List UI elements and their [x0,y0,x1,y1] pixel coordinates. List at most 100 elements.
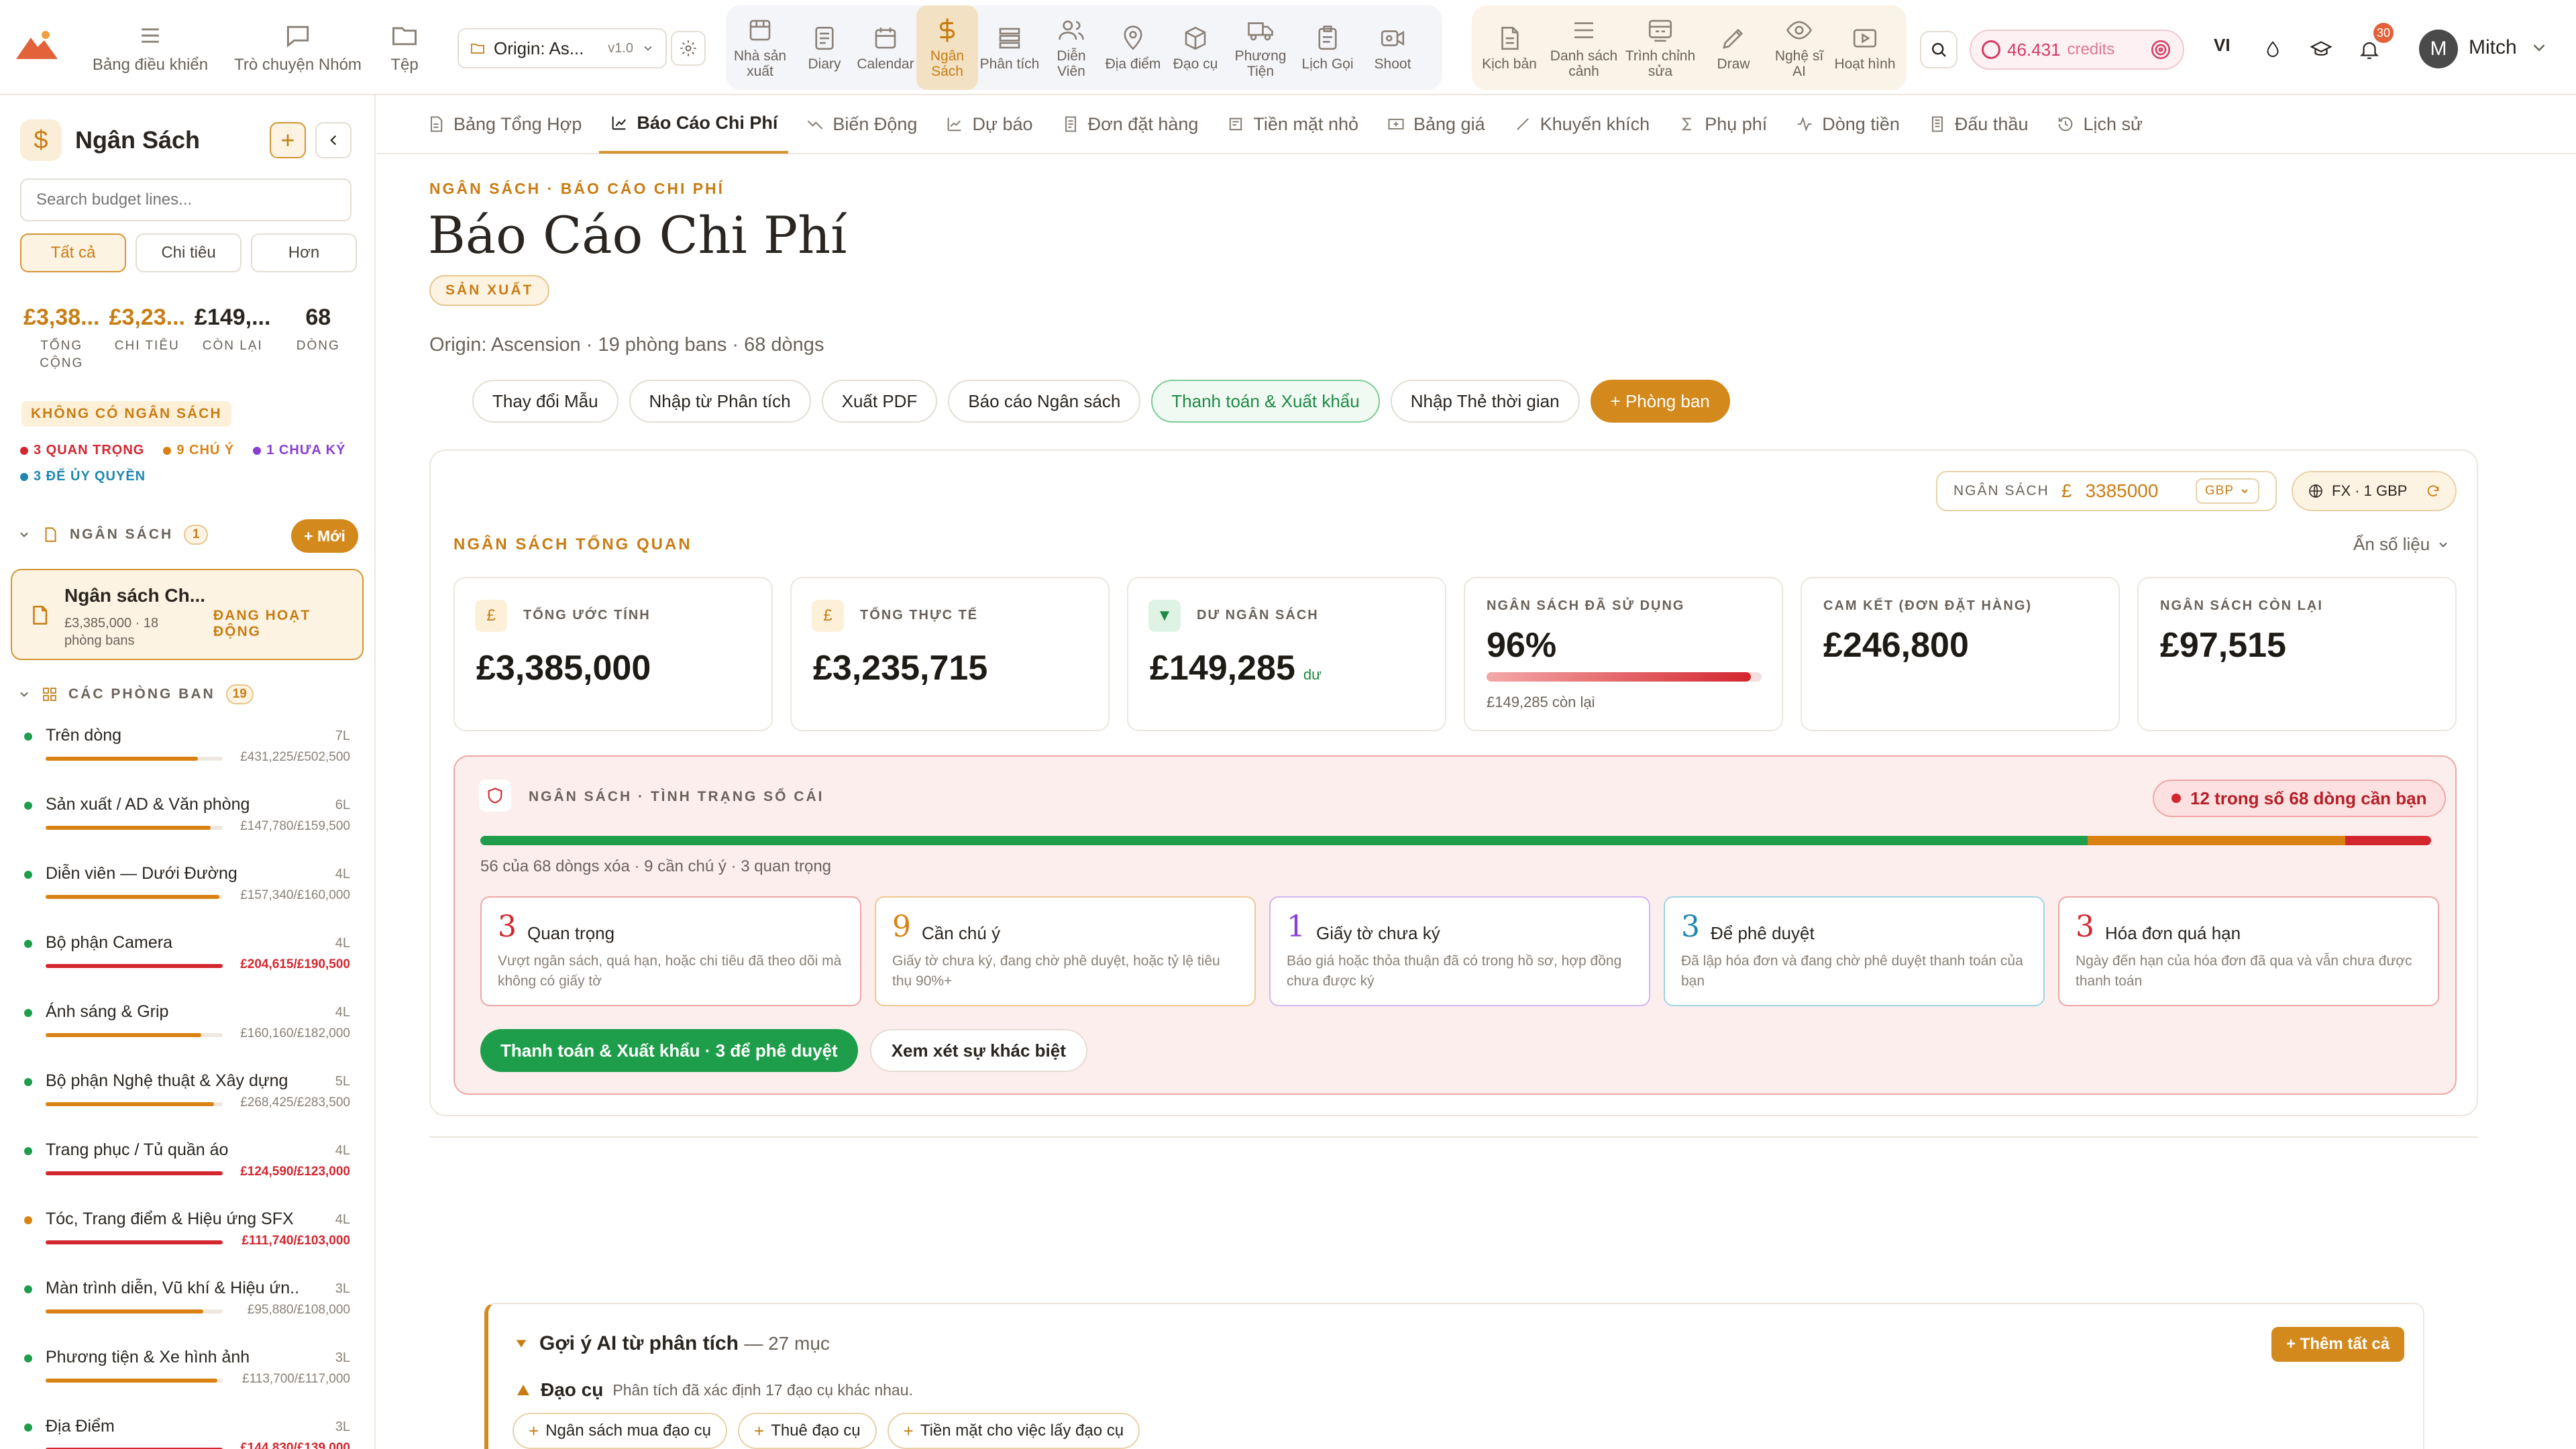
nav-vehicles[interactable]: Phương Tiện [1226,5,1295,90]
action-button[interactable]: + Phòng ban [1590,380,1730,423]
nav-scene-list[interactable]: Danh sách cảnh [1547,5,1621,90]
issue-badge[interactable]: 3 ĐỂ ỦY QUYỀN [20,469,146,484]
nav-animation[interactable]: Hoạt hình [1831,5,1898,90]
tab-history[interactable]: Lịch sử [2045,95,2153,154]
department-row[interactable]: Trang phục / Tủ quần áo 4L £124,590/£123,0… [20,1140,356,1201]
ledger-status-card[interactable]: 3 Hóa đơn quá hạn Ngày đến hạn của hóa đơn… [2058,896,2439,1006]
global-search-button[interactable] [1920,31,1957,68]
nav-location[interactable]: Địa điểm [1102,5,1165,90]
tab-price[interactable]: Bảng giá [1376,95,1496,154]
nav-cast[interactable]: Diễn Viên [1041,5,1102,90]
nav-calendar[interactable]: Calendar [855,5,916,90]
ledger-status-card[interactable]: 3 Để phê duyệt Đã lập hóa đơn và đang chờ … [1664,896,2045,1006]
department-row[interactable]: Màn trình diễn, Vũ khí & Hiệu ứn... 3L £95… [20,1279,356,1339]
ai-suggestion-chip[interactable]: + Thuê đạo cụ [738,1413,877,1449]
status-dot-icon [24,1285,32,1293]
tab-doc[interactable]: Bảng Tổng Hợp [416,95,592,154]
action-button[interactable]: Xuất PDF [821,380,938,423]
fx-rate-button[interactable]: FX · 1 GBP [2292,471,2457,511]
new-budget-button[interactable]: + Mới [291,519,358,553]
nav-script[interactable]: Kịch bản [1472,5,1547,90]
ai-suggestion-chip[interactable]: + Ngân sách mua đạo cụ [513,1413,728,1449]
tab-tender[interactable]: Đấu thầu [1917,95,2039,154]
add-budget-button[interactable]: + [270,122,306,158]
nav-callsheet[interactable]: Lịch Gọi [1295,5,1360,90]
origin-settings-button[interactable] [671,31,706,66]
nav-editor[interactable]: Trình chỉnh sửa [1621,5,1700,90]
tab-sigma[interactable]: Phụ phí [1667,95,1778,154]
tab-trend[interactable]: Biến Động [795,95,928,154]
nav-shoot[interactable]: Shoot [1360,5,1425,90]
department-line-count: 3L [335,1419,350,1434]
tab-order[interactable]: Đơn đặt hàng [1051,95,1210,154]
department-row[interactable]: Phương tiện & Xe hình ảnh 3L £113,700/£117… [20,1348,356,1408]
ai-section-props[interactable]: Đạo cụ Phân tích đã xác định 17 đạo cụ k… [515,1379,913,1401]
nav-team-chat[interactable]: Trò chuyện Nhóm [231,0,365,95]
credits-amount: 46.431 [2007,39,2061,60]
issue-badge[interactable]: 1 CHƯA KÝ [253,443,345,458]
ledger-status-card[interactable]: 3 Quan trọng Vượt ngân sách, quá hạn, hoặc… [480,896,861,1006]
nav-props[interactable]: Đạo cụ [1165,5,1226,90]
ledger-status-card[interactable]: 1 Giấy tờ chưa ký Báo giá hoặc thỏa thuận … [1269,896,1650,1006]
ai-suggestion-chip[interactable]: + Tiền mặt cho việc lấy đạo cụ [887,1413,1140,1449]
nav-dashboard[interactable]: Bảng điều khiển [90,0,211,95]
nav-ai-artist[interactable]: Nghệ sĩ AI [1767,5,1831,90]
review-variance-button[interactable]: Xem xét sự khác biệt [869,1029,1087,1072]
department-row[interactable]: Tóc, Trang điểm & Hiệu ứng SFX 4L £111,740… [20,1210,356,1270]
department-row[interactable]: Bộ phận Camera 4L £204,615/£190,500 [20,933,356,994]
tab-forecast[interactable]: Dự báo [934,95,1043,154]
origin-selector[interactable]: Origin: As... v1.0 [458,28,667,68]
language-toggle[interactable]: VI [2214,35,2231,56]
action-button[interactable]: Thanh toán & Xuất khẩu [1151,380,1380,423]
department-row[interactable]: Diễn viên — Dưới Đường 4L £157,340/£160,00… [20,864,356,924]
action-button[interactable]: Thay đổi Mẫu [472,380,619,423]
issue-badge[interactable]: 3 QUAN TRỌNG [20,443,144,458]
issue-badge-label: 3 QUAN TRỌNG [34,443,145,458]
user-avatar[interactable]: M [2419,30,2458,68]
lines-need-attention-badge[interactable]: 12 trong số 68 dòng cần bạn [2153,780,2446,817]
currency-select[interactable]: GBP [2195,478,2259,504]
collapse-sidebar-button[interactable] [315,122,352,158]
department-row[interactable]: Địa Điểm 3L £144,830/£139,000 [20,1417,356,1449]
chevron-down-icon[interactable] [2529,38,2549,58]
triangle-down-icon[interactable] [514,1336,529,1351]
action-button[interactable]: Nhập từ Phân tích [629,380,811,423]
department-row[interactable]: Ánh sáng & Grip 4L £160,160/£182,000 [20,1002,356,1063]
department-row[interactable]: Bộ phận Nghệ thuật & Xây dựng 5L £268,425/… [20,1071,356,1132]
tab-pulse[interactable]: Dòng tiền [1784,95,1911,154]
nav-budget[interactable]: Ngân Sách [916,5,978,90]
action-button[interactable]: Nhập Thẻ thời gian [1390,380,1580,423]
nav-files[interactable]: Tệp [381,0,428,95]
issue-badge[interactable]: 9 CHÚ Ý [163,443,234,458]
budgets-section-label: NGÂN SÁCH [70,527,174,542]
filter-all[interactable]: Tất cả [20,233,126,272]
nav-draw[interactable]: Draw [1700,5,1767,90]
user-name[interactable]: Mitch [2469,36,2517,59]
credits-pill[interactable]: 46.431 credits [1970,30,2184,70]
tab-chart[interactable]: Báo Cáo Chi Phí [599,95,789,154]
nav-producer[interactable]: Nhà sản xuất [726,5,794,90]
department-row[interactable]: Trên dòng 7L £431,225/£502,500 [20,726,356,786]
active-budget-card[interactable]: Ngân sách Ch... £3,385,000 · 18 phòng ba… [11,569,364,660]
learn-button[interactable] [2302,31,2340,68]
app-logo-icon[interactable] [15,28,59,62]
filter-spend[interactable]: Chi tiêu [136,233,241,272]
tab-percent[interactable]: Khuyến khích [1503,95,1661,154]
tab-cash[interactable]: Tiền mặt nhỏ [1216,95,1369,154]
add-all-suggestions-button[interactable]: + Thêm tất cả [2271,1327,2405,1362]
budget-search-input[interactable] [20,178,352,221]
nav-diary[interactable]: Diary [794,5,855,90]
budget-amount-value[interactable]: 3385000 [2085,480,2158,502]
budget-amount-field[interactable]: NGÂN SÁCH £ 3385000 GBP [1936,471,2277,511]
pay-export-approve-button[interactable]: Thanh toán & Xuất khẩu · 3 để phê duyệt [480,1029,858,1072]
departments-section-header[interactable]: CÁC PHÒNG BAN 19 [17,684,254,704]
hide-figures-toggle[interactable]: Ẩn số liệu [2353,534,2450,555]
budgets-section-header[interactable]: NGÂN SÁCH 1 [17,525,209,545]
ledger-status-card[interactable]: 9 Cần chú ý Giấy tờ chưa ký, đang chờ phê … [875,896,1256,1006]
department-progress-fill [46,757,199,761]
action-button[interactable]: Báo cáo Ngân sách [948,380,1141,423]
nav-analysis[interactable]: Phân tích [978,5,1041,90]
department-row[interactable]: Sản xuất / AD & Văn phòng 6L £147,780/£159… [20,795,356,855]
theme-button[interactable] [2254,31,2292,68]
filter-over[interactable]: Hơn [251,233,357,272]
